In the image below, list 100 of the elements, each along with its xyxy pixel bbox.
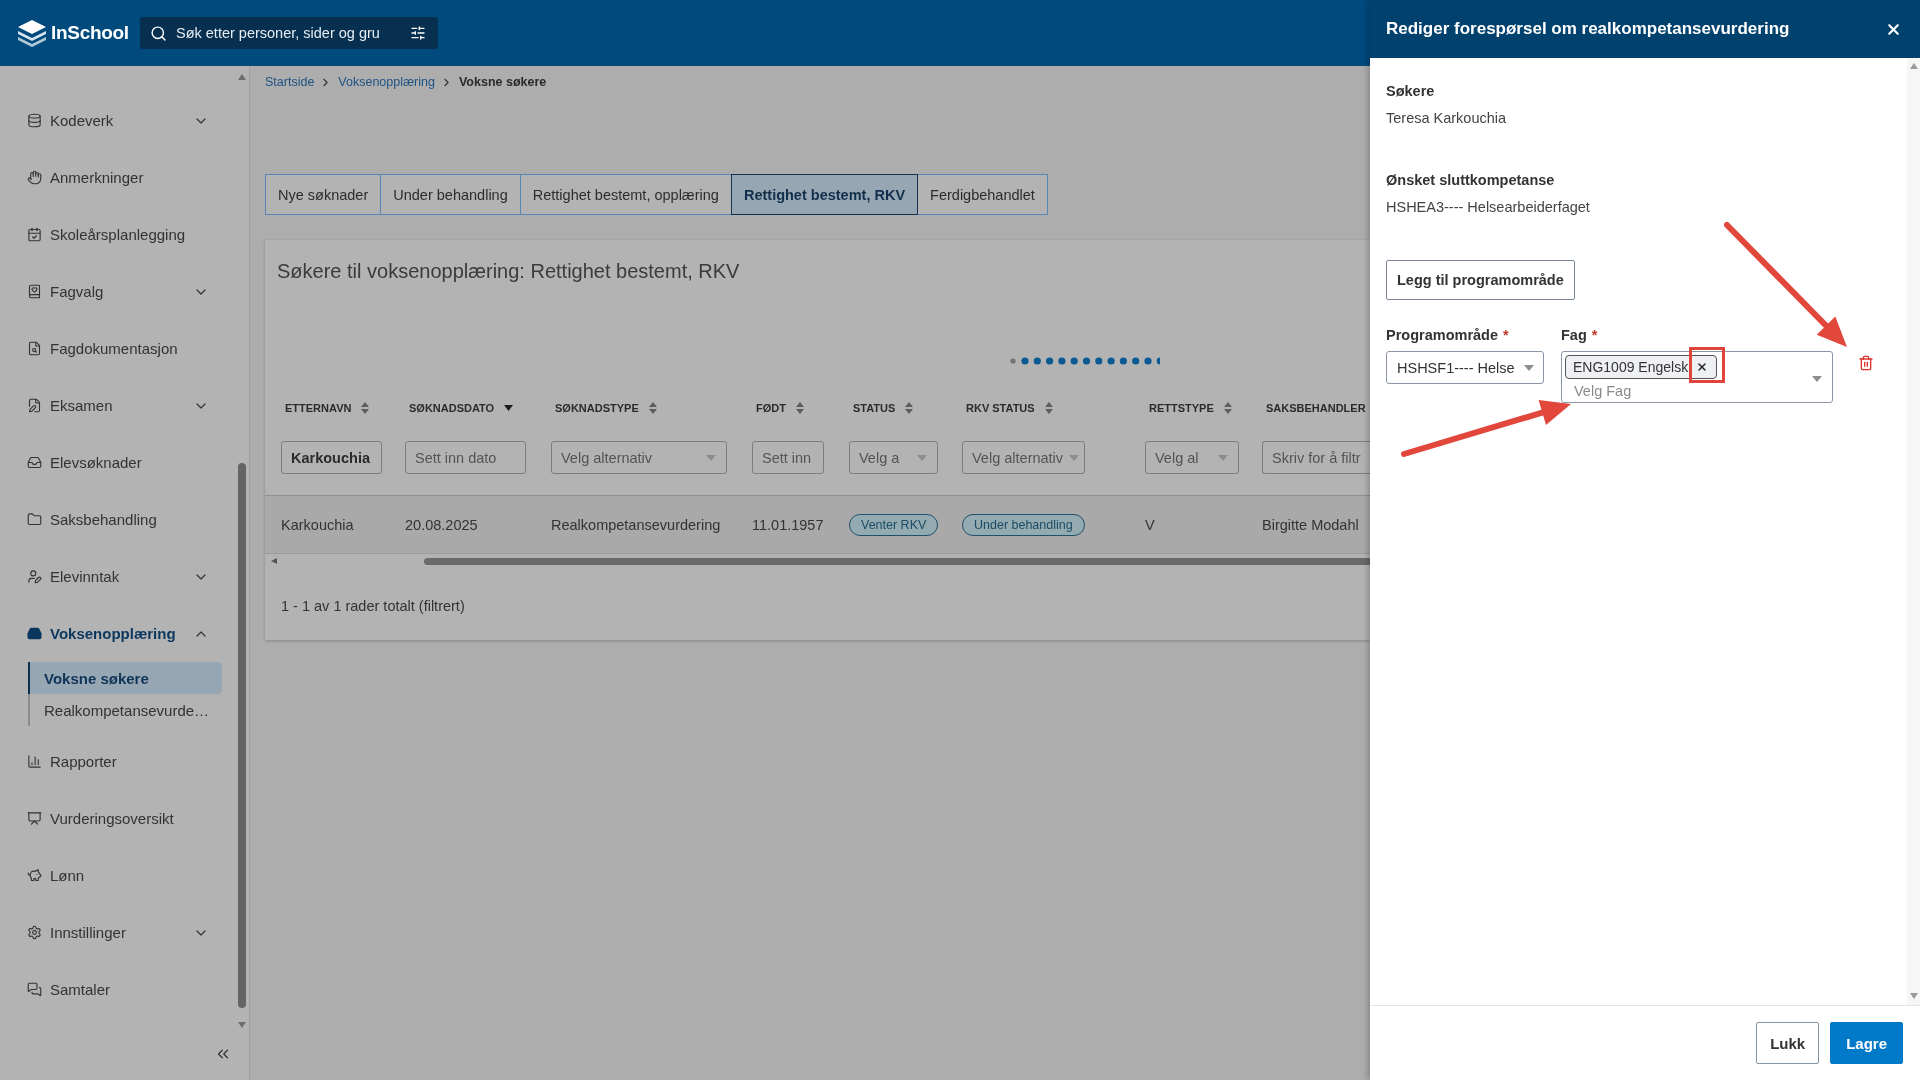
filter-select[interactable]: Velg alternativ xyxy=(551,441,727,474)
sidebar-item[interactable]: Voksenopplæring xyxy=(0,605,235,662)
subject-chip: ENG1009 Engelsk xyxy=(1565,355,1718,379)
scroll-down-icon xyxy=(238,1022,246,1028)
column-header[interactable]: RETTSTYPE xyxy=(1145,402,1232,414)
filter-select[interactable]: Velg a xyxy=(849,441,938,474)
highlight-frame xyxy=(1689,347,1725,383)
sidebar-item[interactable]: Rapporter xyxy=(0,733,235,790)
filter-input[interactable]: Sett inn xyxy=(752,441,824,474)
remove-icon[interactable] xyxy=(1696,361,1709,373)
scroll-up-icon xyxy=(238,74,246,80)
breadcrumb-current: Voksne søkere xyxy=(458,75,547,89)
field-label: Søkere xyxy=(1386,82,1436,101)
search-icon xyxy=(150,24,167,42)
table-cell: Realkompetansevurdering xyxy=(551,516,721,533)
scrollbar-thumb[interactable] xyxy=(424,557,1370,565)
chat-icon xyxy=(27,982,42,997)
dots-icon xyxy=(1010,357,1160,365)
field-value: Teresa Karkouchia xyxy=(1386,109,1508,128)
sidebar-item[interactable]: Fagdokumentasjon xyxy=(0,320,235,377)
field-label: Fag xyxy=(1561,326,1587,345)
required-mark: * xyxy=(1503,326,1509,345)
sidebar-item[interactable]: Elevsøknader xyxy=(0,434,235,491)
filter-select[interactable]: Velg alternativ xyxy=(962,441,1085,474)
table-cell: 20.08.2025 xyxy=(405,516,478,533)
save-button[interactable]: Lagre xyxy=(1830,1022,1903,1064)
panel-title: Rediger forespørsel om realkompetansevurdering xyxy=(1386,19,1790,39)
sidebar-subitem[interactable]: Voksne søkere xyxy=(28,662,222,694)
placeholder-text: Velg Fag xyxy=(1573,383,1633,399)
tab[interactable]: Under behandling xyxy=(380,174,521,215)
sidebar-item[interactable]: Innstillinger xyxy=(0,904,235,961)
breadcrumb-link[interactable]: Startside xyxy=(265,75,315,89)
database-icon xyxy=(27,113,42,128)
caret-icon xyxy=(1218,454,1228,461)
trash-icon[interactable] xyxy=(1858,355,1874,371)
search-field[interactable]: Søk etter personer, sider og gru xyxy=(140,17,438,49)
table-cell: V xyxy=(1145,516,1155,533)
file-pen-icon xyxy=(27,398,42,413)
field-value: HSHEA3---- Helsearbeiderfaget xyxy=(1386,198,1591,217)
filter-select[interactable]: Velg al xyxy=(1145,441,1239,474)
column-header[interactable]: SØKNADSDATO xyxy=(405,402,514,414)
row-count-text: 1 - 1 av 1 rader totalt (filtrert) xyxy=(281,598,466,614)
filter-input[interactable]: Sett inn dato xyxy=(405,441,526,474)
sidebar-subitem[interactable]: Realkompetansevurde… xyxy=(28,694,222,726)
card-title: Søkere til voksenopplæring: Rettighet bestemt, RKV xyxy=(277,259,741,283)
scroll-left-icon xyxy=(271,558,279,564)
column-header[interactable]: FØDT xyxy=(752,402,804,414)
file-search-icon xyxy=(27,341,42,356)
sidebar-item[interactable]: Lønn xyxy=(0,847,235,904)
sidebar-item[interactable]: Vurderingsoversikt xyxy=(0,790,235,847)
field-label: Programområde xyxy=(1386,326,1498,345)
search-input[interactable]: Søk etter personer, sider og gru xyxy=(176,21,401,45)
tab[interactable]: Ferdigbehandlet xyxy=(917,174,1048,215)
sidebar-item[interactable]: Eksamen xyxy=(0,377,235,434)
sidebar-item[interactable]: Elevinntak xyxy=(0,548,235,605)
subject-select[interactable]: ENG1009 Engelsk Velg Fag xyxy=(1561,351,1833,403)
required-mark: * xyxy=(1591,326,1598,345)
caret-icon xyxy=(1069,454,1080,461)
sidebar-item[interactable]: Fagvalg xyxy=(0,263,235,320)
table-cell: 11.01.1957 xyxy=(752,516,824,533)
layers-icon xyxy=(18,19,46,47)
filter-input[interactable]: Skriv for å filtr xyxy=(1262,441,1370,474)
filter-sliders-icon[interactable] xyxy=(410,25,426,41)
scrollbar-thumb[interactable] xyxy=(238,463,246,1008)
sidebar-item[interactable]: Saksbehandling xyxy=(0,491,235,548)
table-cell: Karkouchia xyxy=(281,516,354,533)
program-area-select[interactable]: HSHSF1---- Helse xyxy=(1386,351,1544,384)
bar-chart-icon xyxy=(27,754,42,769)
breadcrumb-link[interactable]: Voksenopplæring xyxy=(338,75,435,89)
column-header[interactable]: RKV STATUS xyxy=(962,402,1053,414)
folder-icon xyxy=(27,512,42,527)
sidebar-item[interactable]: Samtaler xyxy=(0,961,235,1018)
table-cell: Birgitte Modahl xyxy=(1262,516,1359,533)
status-badge: Venter RKV xyxy=(849,513,939,536)
column-header[interactable]: STATUS xyxy=(849,402,914,414)
add-program-area-button[interactable]: Legg til programområde xyxy=(1386,260,1575,300)
sidebar-item[interactable]: Anmerkninger xyxy=(0,149,235,206)
tab[interactable]: Rettighet bestemt, RKV xyxy=(730,174,919,215)
column-header[interactable]: ETTERNAVN xyxy=(281,402,370,414)
sidebar-item[interactable]: Skoleårsplanlegging xyxy=(0,206,235,263)
scroll-up-icon xyxy=(1909,63,1918,69)
inbox-icon xyxy=(27,626,42,641)
scroll-down-icon xyxy=(1909,993,1918,999)
settings-icon xyxy=(27,925,42,940)
column-header[interactable]: SØKNADSTYPE xyxy=(551,402,657,414)
inbox-icon xyxy=(27,455,42,470)
hand-icon xyxy=(27,170,42,185)
caret-icon xyxy=(706,454,716,461)
column-header[interactable]: SAKSBEHANDLER xyxy=(1262,402,1366,414)
tab[interactable]: Nye søknader xyxy=(265,174,382,215)
user-pen-icon xyxy=(27,569,42,584)
caret-icon xyxy=(1524,364,1534,371)
filter-input[interactable]: Karkouchia xyxy=(281,441,382,474)
status-badge: Under behandling xyxy=(962,513,1085,536)
close-button[interactable]: Lukk xyxy=(1756,1022,1820,1064)
tab[interactable]: Rettighet bestemt, opplæring xyxy=(519,174,732,215)
presentation-icon xyxy=(27,811,42,826)
caret-icon xyxy=(917,454,927,461)
sidebar-item[interactable]: Kodeverk xyxy=(0,92,235,149)
field-label: Ønsket sluttkompetanse xyxy=(1386,171,1556,190)
